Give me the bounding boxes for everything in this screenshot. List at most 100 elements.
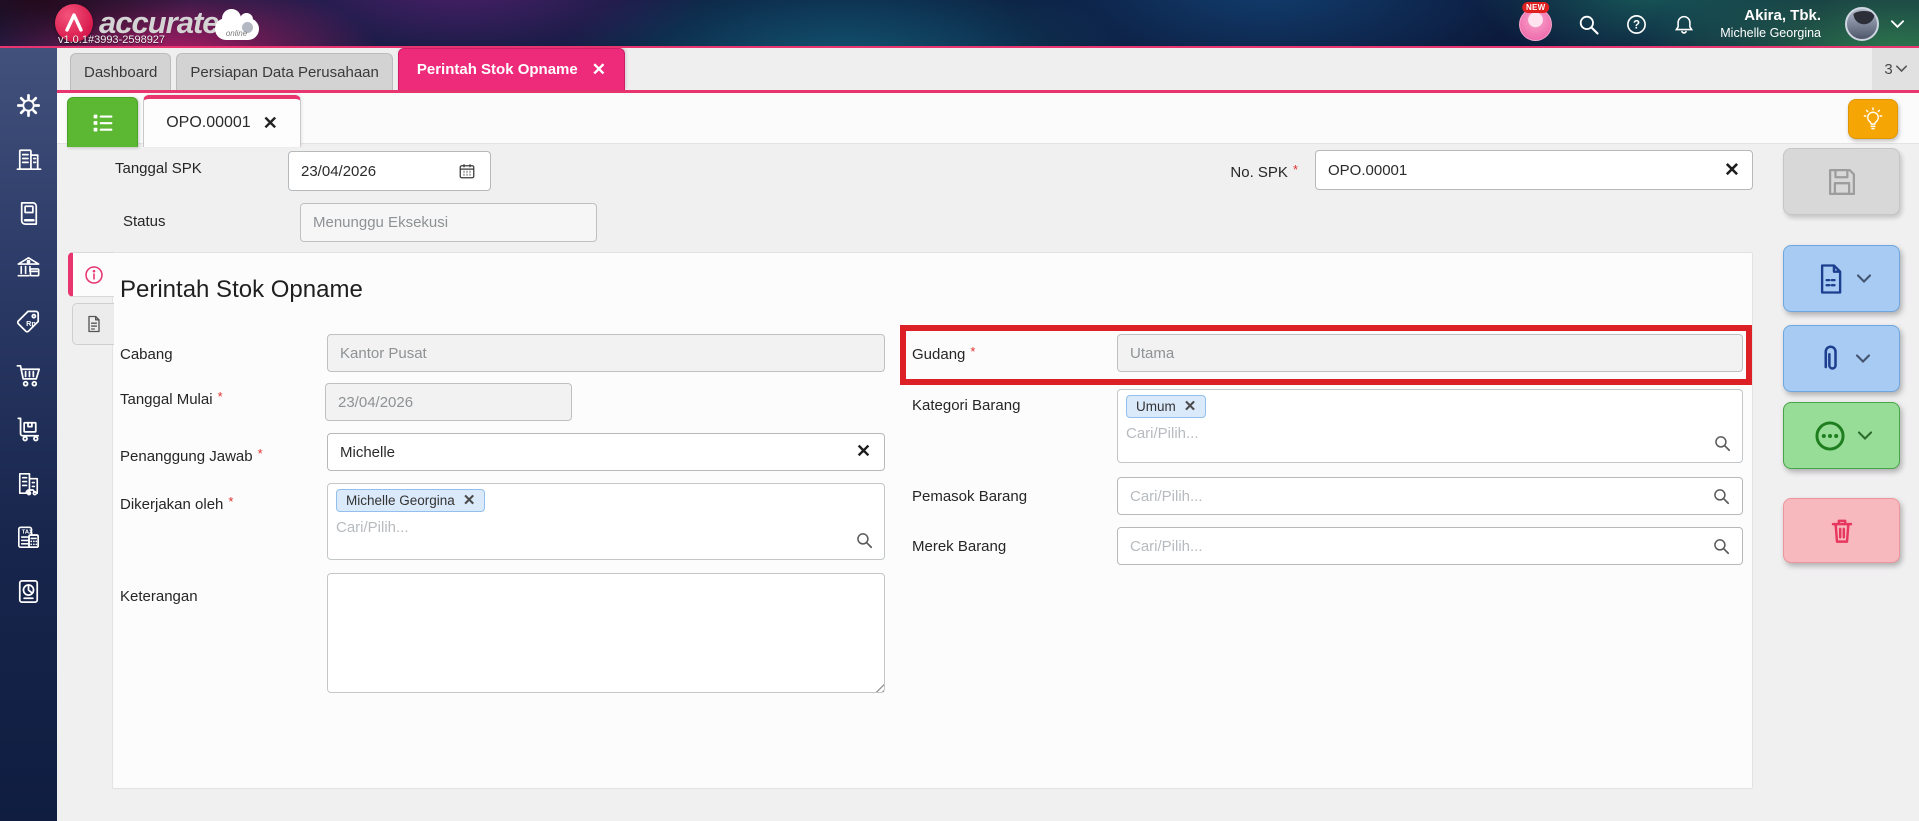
list-icon [93,114,112,131]
trash-icon [1831,519,1852,543]
tanggal-spk-label: Tanggal SPK [115,160,202,177]
penanggung-jawab-label: Penanggung Jawab * [120,446,263,465]
pemasok-barang-input[interactable] [1117,477,1743,515]
sidebar-item-cash-bank[interactable] [0,240,57,294]
help-icon[interactable]: ? [1624,12,1648,36]
user-menu-chevron-icon[interactable] [1889,12,1905,36]
record-list-button[interactable] [67,97,138,147]
keterangan-textarea[interactable] [327,573,885,693]
save-button[interactable] [1783,148,1900,215]
required-asterisk: * [228,494,234,509]
sidebar-item-report[interactable] [0,564,57,618]
sidebar-item-company[interactable] [0,132,57,186]
sidebar-item-purchase[interactable] [0,348,57,402]
save-floppy-icon [1828,168,1855,195]
side-tab-info[interactable] [68,252,114,297]
dikerjakan-oleh-multiselect[interactable]: Michelle Georgina ✕ [327,483,885,560]
dikerjakan-oleh-label: Dikerjakan oleh * [120,494,234,513]
pemasok-barang-label: Pemasok Barang [912,488,1028,505]
lightbulb-icon [1863,107,1883,130]
chevron-down-icon [1857,273,1871,283]
gudang-input [1117,334,1743,372]
required-asterisk: * [257,446,263,461]
new-badge: NEW [1521,1,1550,13]
tax-icon: TAX [17,526,40,548]
selected-chip: Umum ✕ [1126,395,1207,418]
more-actions-button[interactable] [1783,402,1900,469]
sidebar-item-sales[interactable]: Rp [0,294,57,348]
related-documents-button[interactable] [1783,245,1900,312]
required-asterisk: * [1292,162,1298,177]
cash-bank-icon [17,256,40,277]
search-icon[interactable] [1712,537,1731,556]
kategori-barang-search-input[interactable] [1126,425,1613,442]
merek-barang-input[interactable] [1117,527,1743,565]
chip-remove-icon[interactable]: ✕ [1184,399,1197,414]
section-title: Perintah Stok Opname [120,276,363,303]
cabang-input [327,334,885,372]
record-tab-opo00001[interactable]: OPO.00001 ✕ [143,95,301,147]
company-name: Akira, Tbk. [1744,6,1821,24]
penanggung-jawab-input[interactable] [327,433,885,471]
sidebar-item-inventory[interactable] [0,402,57,456]
dikerjakan-oleh-search-input[interactable] [336,519,768,536]
clear-icon[interactable]: ✕ [1724,159,1740,182]
tab-overflow-dropdown[interactable]: 3 [1872,48,1919,93]
search-icon[interactable] [855,531,874,550]
settings-icon [16,93,41,117]
tanggal-mulai-input [325,383,572,421]
no-spk-label: No. SPK * [1230,162,1298,181]
close-icon[interactable]: ✕ [263,113,278,134]
cabang-label: Cabang [120,346,173,363]
tab-overflow-count: 3 [1884,60,1893,78]
keterangan-label: Keterangan [120,588,198,605]
tab-label: Dashboard [84,63,158,81]
delete-button[interactable] [1783,498,1900,563]
gudang-label: Gudang * [912,344,976,363]
search-icon[interactable] [1576,12,1600,36]
notification-bell-icon[interactable] [1672,12,1696,36]
search-icon[interactable] [1713,434,1732,453]
side-tab-document[interactable] [72,303,114,345]
tab-label: Persiapan Data Perusahaan [190,63,379,81]
kategori-barang-multiselect[interactable]: Umum ✕ [1117,389,1743,463]
chip-remove-icon[interactable]: ✕ [463,493,476,508]
tab-perintah-stok-opname[interactable]: Perintah Stok Opname ✕ [397,48,625,90]
tab-persiapan-data-perusahaan[interactable]: Persiapan Data Perusahaan [176,53,393,90]
inventory-icon [17,416,40,441]
no-spk-input[interactable] [1315,150,1753,190]
attachment-button[interactable] [1783,325,1900,392]
more-ellipsis-icon [1815,420,1845,451]
sidebar-item-ledger[interactable] [0,186,57,240]
cloud-online-badge: online [214,9,259,40]
clear-icon[interactable]: ✕ [856,441,871,462]
document-icon [87,315,100,333]
sidebar-item-fixed-asset[interactable] [0,456,57,510]
required-asterisk: * [217,389,223,404]
user-avatar[interactable] [1845,7,1879,41]
tab-dashboard[interactable]: Dashboard [70,53,172,90]
user-info: Akira, Tbk. Michelle Georgina [1720,7,1821,41]
user-name: Michelle Georgina [1720,25,1821,40]
selected-chip: Michelle Georgina ✕ [336,489,486,512]
fixed-asset-icon [18,472,39,495]
chip-label: Umum [1136,399,1176,414]
app-version: v1.0.1#3993-2598927 [58,34,166,46]
chip-label: Michelle Georgina [346,493,455,508]
sales-icon: Rp [16,309,40,333]
search-icon[interactable] [1712,487,1731,506]
info-icon [84,265,103,284]
required-asterisk: * [970,344,976,359]
sidebar-item-tax[interactable]: TAX [0,510,57,564]
paperclip-icon [1824,345,1837,370]
calendar-icon[interactable] [458,162,476,180]
tips-lightbulb-button[interactable] [1848,99,1898,139]
report-icon [18,579,39,603]
close-icon[interactable]: ✕ [592,61,606,78]
merek-barang-label: Merek Barang [912,538,1007,555]
svg-text:?: ? [1633,19,1640,31]
sidebar-item-settings[interactable] [0,78,57,132]
top-header: accurate online v1.0.1#3993-2598927 NEW … [0,0,1919,48]
main-sidebar: Rp TAX [0,48,57,821]
whats-new-button[interactable]: NEW [1519,1,1553,41]
